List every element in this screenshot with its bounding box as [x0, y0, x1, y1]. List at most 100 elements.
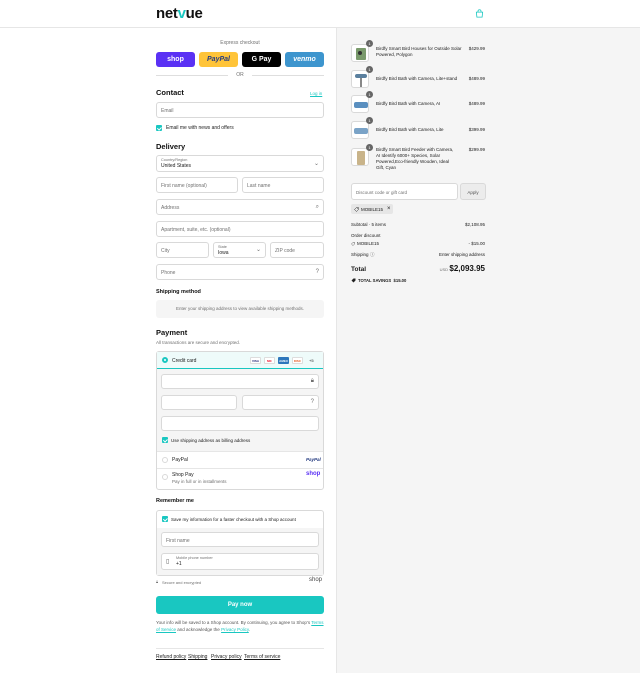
billing-label: Use shipping address as billing address: [171, 437, 251, 443]
product-thumbnail: [351, 95, 369, 113]
save-info-checkbox[interactable]: [162, 516, 168, 522]
city-field[interactable]: City: [156, 242, 209, 258]
quantity-badge: 1: [366, 66, 373, 73]
contact-heading: Contact: [156, 88, 184, 97]
email-field[interactable]: Email: [156, 102, 324, 118]
mastercard-icon: MC: [264, 357, 275, 364]
paypal-radio[interactable]: [162, 457, 168, 463]
chevron-down-icon: ⌄: [313, 161, 319, 167]
remove-discount-icon[interactable]: ×: [387, 206, 391, 212]
help-icon[interactable]: ?: [311, 399, 314, 405]
quantity-badge: 1: [366, 117, 373, 124]
first-name-field[interactable]: First name (optional): [156, 177, 238, 193]
shop-pay-logo: shop: [306, 471, 321, 477]
card-number-field[interactable]: 🔒︎: [161, 374, 319, 389]
search-icon: ⌕: [315, 204, 319, 210]
google-pay-button[interactable]: G Pay: [242, 52, 281, 67]
venmo-button[interactable]: venmo: [285, 52, 324, 67]
delivery-heading: Delivery: [156, 142, 186, 151]
quantity-badge: 1: [366, 91, 373, 98]
discount-value: - $15.00: [468, 241, 485, 246]
discount-code-label: MOBILE15: [357, 241, 380, 246]
product-thumbnail: [351, 148, 369, 166]
item-price: $399.99: [468, 127, 485, 132]
shipping-value: Enter shipping address: [438, 252, 485, 257]
subtotal-label: Subtotal · 5 items: [351, 222, 387, 227]
news-checkbox[interactable]: [156, 125, 162, 131]
product-thumbnail: [351, 70, 369, 88]
shop-pay-label[interactable]: Shop Pay: [172, 472, 194, 478]
zip-field[interactable]: ZIP code: [270, 242, 324, 258]
shipping-policy-link[interactable]: Shipping: [188, 654, 207, 660]
security-code-field[interactable]: ?: [242, 395, 319, 410]
save-info-label: Save my information for a faster checkou…: [171, 516, 296, 522]
payment-methods: Credit card VISA MC AMEX DISC +5 🔒︎ ? Us…: [156, 351, 324, 490]
total-savings: TOTAL SAVINGS $15.00: [358, 278, 407, 283]
shop-pay-radio[interactable]: [162, 474, 168, 480]
lock-icon: 🔒︎: [156, 579, 159, 584]
order-discount-label: Order discount: [351, 233, 381, 238]
paypal-button[interactable]: PayPal: [199, 52, 238, 67]
subtotal-value: $2,108.95: [464, 222, 485, 227]
shopping-bag-icon[interactable]: [475, 9, 484, 18]
savings-tag-icon: [351, 278, 356, 283]
payment-heading: Payment: [156, 328, 188, 337]
discount-code-input[interactable]: Discount code or gift card: [351, 183, 458, 200]
quantity-badge: 1: [366, 144, 373, 151]
billing-checkbox[interactable]: [162, 437, 168, 443]
help-icon[interactable]: ?: [316, 269, 319, 275]
quantity-badge: 1: [366, 40, 373, 47]
chevron-down-icon: ⌄: [255, 247, 261, 253]
amex-icon: AMEX: [278, 357, 289, 364]
remember-heading: Remember me: [156, 498, 194, 504]
last-name-field[interactable]: Last name: [242, 177, 324, 193]
tag-icon: [354, 206, 359, 212]
shipping-heading: Shipping method: [156, 289, 201, 295]
apply-button[interactable]: Apply: [460, 183, 486, 200]
shipping-message: Enter your shipping address to view avai…: [156, 300, 324, 318]
more-cards-label: +5: [309, 358, 314, 363]
apartment-field[interactable]: Apartment, suite, etc. (optional): [156, 221, 324, 237]
paypal-logo: PayPal: [306, 457, 321, 462]
logo[interactable]: netvue: [156, 5, 203, 22]
refund-policy-link[interactable]: Refund policy: [156, 654, 186, 660]
total-amount: USD $2,093.95: [439, 264, 485, 273]
shop-logo: shop: [309, 577, 323, 583]
privacy-link[interactable]: Privacy Policy: [221, 627, 249, 632]
item-price: $489.99: [468, 101, 485, 106]
privacy-policy-link[interactable]: Privacy policy: [211, 654, 242, 660]
shipping-label: Shipping: [351, 252, 369, 257]
header: netvue: [0, 0, 640, 28]
item-name: Birdfy Bird Bath with Camera, Lite+stand: [376, 76, 458, 81]
item-price: $429.99: [468, 46, 485, 51]
discover-icon: DISC: [292, 357, 303, 364]
terms-of-service-link[interactable]: Terms of service: [244, 654, 280, 660]
login-link[interactable]: Log in: [310, 91, 322, 96]
expiry-field[interactable]: [161, 395, 237, 410]
shop-pay-button[interactable]: shop: [156, 52, 195, 67]
credit-card-option[interactable]: Credit card VISA MC AMEX DISC +5: [157, 352, 323, 369]
phone-field[interactable]: Phone ?: [156, 264, 324, 280]
paypal-label[interactable]: PayPal: [172, 457, 188, 463]
credit-card-radio[interactable]: [162, 357, 168, 363]
remember-first-name-field[interactable]: First name: [161, 532, 319, 547]
express-checkout-label: Express checkout: [220, 40, 260, 46]
name-on-card-field[interactable]: [161, 416, 319, 431]
tag-icon: [351, 242, 355, 246]
item-name: Birdfy Smart Bird Houses for Outside Sol…: [376, 46, 462, 57]
shop-pay-subtitle: Pay in full or in installments: [172, 479, 227, 484]
product-thumbnail: [351, 44, 369, 62]
state-select[interactable]: State Iowa ⌄: [213, 242, 266, 258]
or-divider: OR: [156, 72, 324, 78]
info-icon[interactable]: ⓘ: [370, 252, 375, 258]
discount-tag: MOBILE15 ×: [351, 204, 393, 214]
address-field[interactable]: Address ⌕: [156, 199, 324, 215]
remember-fields: First name ▯ Mobile phone number +1: [157, 528, 323, 575]
item-name: Birdfy Bird Bath with Camera, AI: [376, 101, 441, 106]
country-select[interactable]: Country/Region United States ⌄: [156, 155, 324, 172]
mobile-phone-field[interactable]: ▯ Mobile phone number +1: [161, 553, 319, 570]
lock-icon: 🔒︎: [310, 378, 314, 384]
pay-now-button[interactable]: Pay now: [156, 596, 324, 614]
item-name: Birdfy Bird Bath with Camera, Lite: [376, 127, 444, 132]
item-price: $299.99: [468, 147, 485, 152]
